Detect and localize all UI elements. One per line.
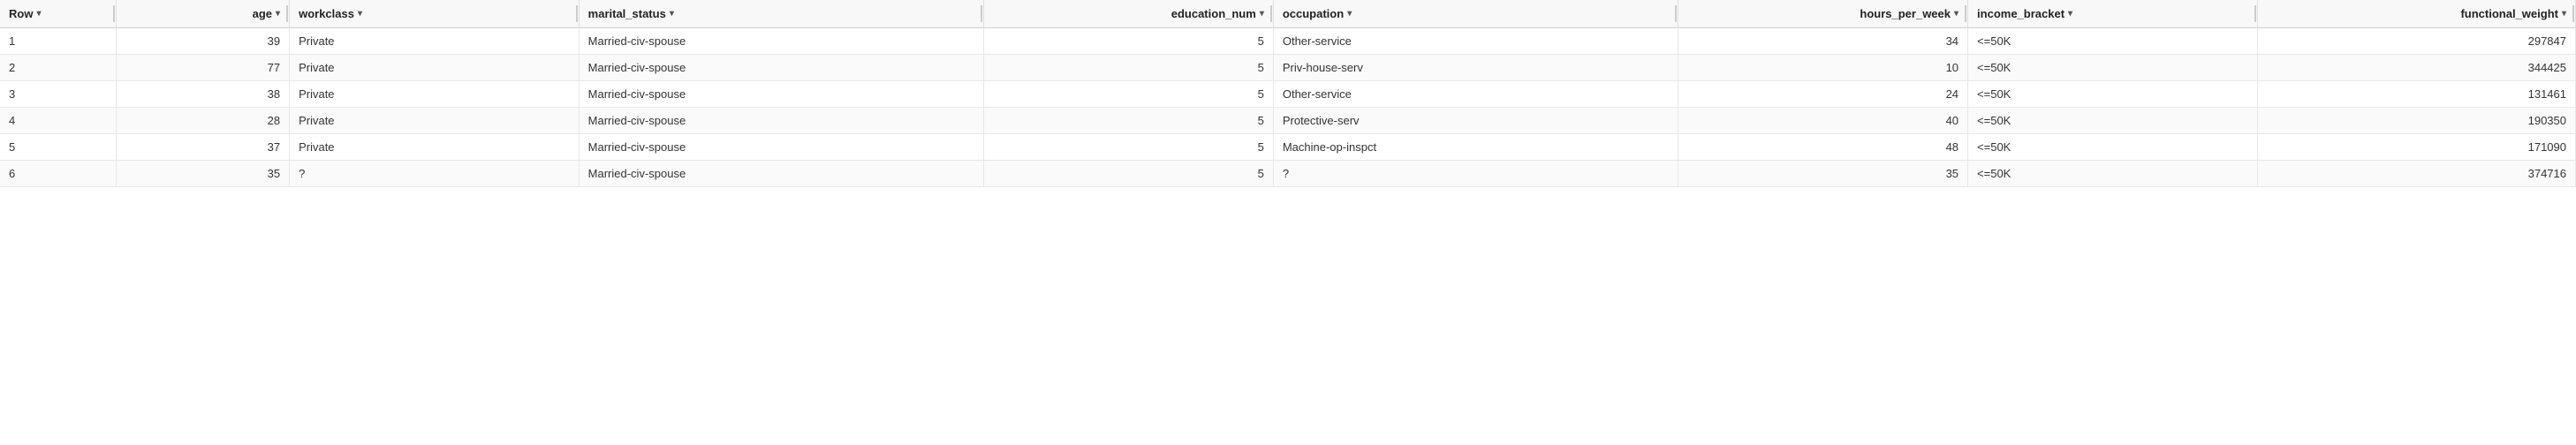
cell-row: 5 bbox=[0, 134, 116, 161]
resize-handle-functional_weight[interactable] bbox=[2572, 0, 2575, 27]
column-header-income_bracket[interactable]: income_bracket ▾ bbox=[1968, 0, 2258, 28]
column-header-functional_weight[interactable]: functional_weight ▾ bbox=[2257, 0, 2575, 28]
cell-income_bracket: <=50K bbox=[1968, 81, 2258, 108]
cell-workclass: Private bbox=[290, 55, 580, 81]
sort-icon-marital_status[interactable]: ▾ bbox=[670, 9, 674, 19]
cell-occupation: ? bbox=[1273, 161, 1678, 187]
cell-marital_status: Married-civ-spouse bbox=[579, 161, 984, 187]
column-label-hours_per_week: hours_per_week bbox=[1860, 7, 1951, 20]
resize-handle-hours_per_week[interactable] bbox=[1964, 0, 1967, 27]
column-label-occupation: occupation bbox=[1283, 7, 1344, 20]
cell-education_num: 5 bbox=[984, 28, 1274, 55]
sort-icon-hours_per_week[interactable]: ▾ bbox=[1954, 9, 1959, 19]
resize-handle-education_num[interactable] bbox=[1269, 0, 1273, 27]
cell-age: 39 bbox=[116, 28, 290, 55]
cell-row: 3 bbox=[0, 81, 116, 108]
cell-income_bracket: <=50K bbox=[1968, 28, 2258, 55]
table-row[interactable]: 277PrivateMarried-civ-spouse5Priv-house-… bbox=[0, 55, 2576, 81]
cell-age: 77 bbox=[116, 55, 290, 81]
cell-occupation: Priv-house-serv bbox=[1273, 55, 1678, 81]
cell-education_num: 5 bbox=[984, 81, 1274, 108]
cell-marital_status: Married-civ-spouse bbox=[579, 134, 984, 161]
resize-handle-workclass[interactable] bbox=[575, 0, 579, 27]
cell-education_num: 5 bbox=[984, 134, 1274, 161]
sort-icon-age[interactable]: ▾ bbox=[276, 9, 280, 19]
cell-workclass: Private bbox=[290, 134, 580, 161]
sort-icon-workclass[interactable]: ▾ bbox=[358, 9, 362, 19]
cell-occupation: Other-service bbox=[1273, 28, 1678, 55]
column-label-row: Row bbox=[9, 7, 33, 20]
cell-hours_per_week: 48 bbox=[1678, 134, 1968, 161]
sort-icon-occupation[interactable]: ▾ bbox=[1347, 9, 1352, 19]
data-table: Row ▾age ▾workclass ▾marital_status ▾edu… bbox=[0, 0, 2576, 187]
resize-handle-occupation[interactable] bbox=[1674, 0, 1678, 27]
sort-icon-functional_weight[interactable]: ▾ bbox=[2562, 9, 2566, 19]
cell-age: 38 bbox=[116, 81, 290, 108]
cell-workclass: Private bbox=[290, 108, 580, 134]
cell-age: 28 bbox=[116, 108, 290, 134]
cell-marital_status: Married-civ-spouse bbox=[579, 55, 984, 81]
resize-handle-row[interactable] bbox=[112, 0, 116, 27]
column-header-workclass[interactable]: workclass ▾ bbox=[290, 0, 580, 28]
cell-income_bracket: <=50K bbox=[1968, 55, 2258, 81]
cell-hours_per_week: 10 bbox=[1678, 55, 1968, 81]
column-header-occupation[interactable]: occupation ▾ bbox=[1273, 0, 1678, 28]
resize-handle-age[interactable] bbox=[285, 0, 289, 27]
column-label-income_bracket: income_bracket bbox=[1977, 7, 2065, 20]
sort-icon-education_num[interactable]: ▾ bbox=[1260, 9, 1264, 19]
column-header-hours_per_week[interactable]: hours_per_week ▾ bbox=[1678, 0, 1968, 28]
column-label-workclass: workclass bbox=[299, 7, 354, 20]
cell-income_bracket: <=50K bbox=[1968, 134, 2258, 161]
cell-functional_weight: 344425 bbox=[2257, 55, 2575, 81]
column-label-functional_weight: functional_weight bbox=[2460, 7, 2558, 20]
cell-occupation: Machine-op-inspct bbox=[1273, 134, 1678, 161]
cell-row: 1 bbox=[0, 28, 116, 55]
table-row[interactable]: 139PrivateMarried-civ-spouse5Other-servi… bbox=[0, 28, 2576, 55]
cell-hours_per_week: 34 bbox=[1678, 28, 1968, 55]
cell-row: 6 bbox=[0, 161, 116, 187]
cell-functional_weight: 374716 bbox=[2257, 161, 2575, 187]
table-row[interactable]: 635?Married-civ-spouse5?35<=50K374716 bbox=[0, 161, 2576, 187]
cell-workclass: Private bbox=[290, 81, 580, 108]
cell-education_num: 5 bbox=[984, 161, 1274, 187]
table-row[interactable]: 537PrivateMarried-civ-spouse5Machine-op-… bbox=[0, 134, 2576, 161]
column-label-marital_status: marital_status bbox=[588, 7, 666, 20]
cell-functional_weight: 131461 bbox=[2257, 81, 2575, 108]
cell-age: 37 bbox=[116, 134, 290, 161]
cell-hours_per_week: 35 bbox=[1678, 161, 1968, 187]
cell-education_num: 5 bbox=[984, 108, 1274, 134]
cell-marital_status: Married-civ-spouse bbox=[579, 81, 984, 108]
cell-income_bracket: <=50K bbox=[1968, 161, 2258, 187]
cell-functional_weight: 171090 bbox=[2257, 134, 2575, 161]
cell-occupation: Other-service bbox=[1273, 81, 1678, 108]
cell-marital_status: Married-civ-spouse bbox=[579, 28, 984, 55]
sort-icon-income_bracket[interactable]: ▾ bbox=[2068, 9, 2072, 19]
cell-hours_per_week: 24 bbox=[1678, 81, 1968, 108]
cell-row: 2 bbox=[0, 55, 116, 81]
cell-marital_status: Married-civ-spouse bbox=[579, 108, 984, 134]
resize-handle-marital_status[interactable] bbox=[980, 0, 983, 27]
cell-functional_weight: 297847 bbox=[2257, 28, 2575, 55]
column-header-education_num[interactable]: education_num ▾ bbox=[984, 0, 1274, 28]
resize-handle-income_bracket[interactable] bbox=[2254, 0, 2257, 27]
table-row[interactable]: 338PrivateMarried-civ-spouse5Other-servi… bbox=[0, 81, 2576, 108]
column-header-age[interactable]: age ▾ bbox=[116, 0, 290, 28]
column-header-row[interactable]: Row ▾ bbox=[0, 0, 116, 28]
column-label-education_num: education_num bbox=[1171, 7, 1256, 20]
cell-hours_per_week: 40 bbox=[1678, 108, 1968, 134]
cell-occupation: Protective-serv bbox=[1273, 108, 1678, 134]
sort-icon-row[interactable]: ▾ bbox=[36, 9, 41, 19]
column-header-marital_status[interactable]: marital_status ▾ bbox=[579, 0, 984, 28]
cell-workclass: ? bbox=[290, 161, 580, 187]
cell-row: 4 bbox=[0, 108, 116, 134]
cell-functional_weight: 190350 bbox=[2257, 108, 2575, 134]
table-row[interactable]: 428PrivateMarried-civ-spouse5Protective-… bbox=[0, 108, 2576, 134]
cell-age: 35 bbox=[116, 161, 290, 187]
cell-workclass: Private bbox=[290, 28, 580, 55]
cell-income_bracket: <=50K bbox=[1968, 108, 2258, 134]
cell-education_num: 5 bbox=[984, 55, 1274, 81]
column-label-age: age bbox=[253, 7, 272, 20]
